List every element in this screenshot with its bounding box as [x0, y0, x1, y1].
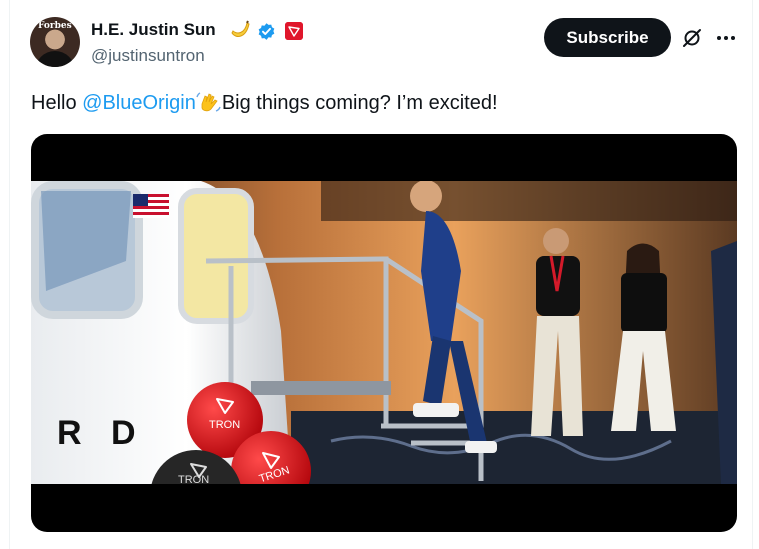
grok-icon[interactable]	[681, 27, 703, 49]
subscribe-button[interactable]: Subscribe	[544, 18, 671, 57]
balloon-label: TRON	[209, 419, 240, 431]
tweet-text-before: Hello	[31, 92, 83, 114]
timeline-border-right	[752, 0, 753, 549]
us-flag	[133, 194, 169, 218]
avatar-forbes-text: Forbes	[38, 21, 72, 31]
handle[interactable]: @justinsuntron	[91, 46, 205, 66]
venue-ceiling	[321, 181, 737, 221]
tron-badge-icon	[285, 22, 303, 40]
tweet-text: Hello @BlueOrigin Big things coming? I’m…	[31, 91, 498, 115]
display-name[interactable]: H.E. Justin Sun	[91, 20, 216, 40]
avatar[interactable]: Forbes	[30, 17, 80, 67]
stair-platform	[251, 381, 391, 395]
tweet-text-after: Big things coming? I’m excited!	[221, 92, 498, 114]
avatar-suit	[35, 51, 75, 67]
video-frame: R D TRON TRON TRON	[31, 181, 737, 484]
balloon-label-3: TRON	[178, 474, 209, 484]
banana-icon	[231, 20, 250, 37]
capsule-window-2	[178, 188, 254, 324]
more-icon[interactable]	[714, 28, 738, 48]
verified-icon	[258, 23, 275, 40]
timeline-border-left	[9, 0, 10, 549]
waving-hand-icon	[196, 92, 221, 112]
mention-link[interactable]: @BlueOrigin	[82, 92, 196, 114]
capsule-text: R D	[57, 414, 146, 452]
video-player[interactable]: R D TRON TRON TRON	[31, 134, 737, 532]
